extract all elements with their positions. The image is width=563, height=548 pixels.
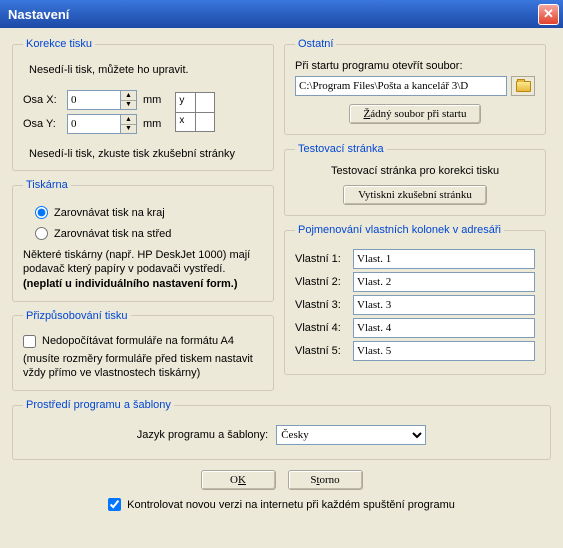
lang-select[interactable]: Česky bbox=[276, 425, 426, 445]
legend-prostredi: Prostředí programu a šablony bbox=[23, 399, 174, 411]
input-v4[interactable] bbox=[353, 318, 535, 338]
bottom-buttons: OK Storno bbox=[12, 470, 551, 490]
lang-label: Jazyk programu a šablony: bbox=[137, 429, 268, 441]
legend-korekce: Korekce tisku bbox=[23, 38, 95, 50]
chk-a4[interactable] bbox=[23, 335, 36, 348]
test-text: Testovací stránka pro korekci tisku bbox=[295, 165, 535, 177]
unit-x: mm bbox=[143, 94, 161, 106]
lbl-v4: Vlastní 4: bbox=[295, 322, 353, 334]
korekce-intro: Nesedí-li tisk, můžete ho upravit. bbox=[29, 64, 263, 76]
legend-prizpusob: Přizpůsobování tisku bbox=[23, 310, 131, 322]
titlebar: Nastavení ✕ bbox=[0, 0, 563, 28]
input-osax[interactable] bbox=[68, 91, 120, 109]
input-osay[interactable] bbox=[68, 115, 120, 133]
group-kolonky: Pojmenování vlastních kolonek v adresáři… bbox=[284, 224, 546, 375]
group-prizpusob: Přizpůsobování tisku Nedopočítávat formu… bbox=[12, 310, 274, 392]
input-v5[interactable] bbox=[353, 341, 535, 361]
unit-y: mm bbox=[143, 118, 161, 130]
lbl-v5: Vlastní 5: bbox=[295, 345, 353, 357]
window-title: Nastavení bbox=[8, 7, 69, 22]
osax-up[interactable]: ▲ bbox=[121, 91, 136, 101]
lbl-v3: Vlastní 3: bbox=[295, 299, 353, 311]
dialog-content: Korekce tisku Nesedí-li tisk, můžete ho … bbox=[0, 28, 563, 521]
input-v1[interactable] bbox=[353, 249, 535, 269]
btn-no-file[interactable]: Žádný soubor při startu bbox=[349, 104, 482, 124]
input-v3[interactable] bbox=[353, 295, 535, 315]
osay-up[interactable]: ▲ bbox=[121, 115, 136, 125]
input-v2[interactable] bbox=[353, 272, 535, 292]
input-path[interactable] bbox=[295, 76, 507, 96]
osay-down[interactable]: ▼ bbox=[121, 125, 136, 134]
btn-test-print[interactable]: Vytiskni zkušební stránku bbox=[343, 185, 487, 205]
legend-test: Testovací stránka bbox=[295, 143, 387, 155]
prizpusob-note: (musíte rozměry formuláře před tiskem na… bbox=[23, 352, 263, 381]
open-label: Při startu programu otevřít soubor: bbox=[295, 60, 535, 72]
legend-kolonky: Pojmenování vlastních kolonek v adresáři bbox=[295, 224, 504, 236]
chk-update-label: Kontrolovat novou verzi na internetu při… bbox=[127, 499, 455, 511]
group-test: Testovací stránka Testovací stránka pro … bbox=[284, 143, 546, 216]
ok-button[interactable]: OK bbox=[201, 470, 276, 490]
label-a4: Nedopočítávat formuláře na formátu A4 bbox=[42, 335, 234, 347]
label-osax: Osa X: bbox=[23, 94, 67, 106]
cancel-button[interactable]: Storno bbox=[288, 470, 363, 490]
group-tiskarna: Tiskárna Zarovnávat tisk na kraj Zarovná… bbox=[12, 179, 274, 302]
lbl-v1: Vlastní 1: bbox=[295, 253, 353, 265]
browse-button[interactable] bbox=[511, 76, 535, 96]
axis-preview: y x bbox=[175, 92, 215, 132]
folder-icon bbox=[516, 81, 531, 92]
close-button[interactable]: ✕ bbox=[538, 4, 559, 25]
label-stred: Zarovnávat tisk na střed bbox=[54, 228, 171, 240]
group-prostredi: Prostředí programu a šablony Jazyk progr… bbox=[12, 399, 551, 460]
group-korekce: Korekce tisku Nesedí-li tisk, můžete ho … bbox=[12, 38, 274, 171]
label-osay: Osa Y: bbox=[23, 118, 67, 130]
radio-stred[interactable] bbox=[35, 227, 48, 240]
legend-ostatni: Ostatní bbox=[295, 38, 336, 50]
korekce-note: Nesedí-li tisk, zkuste tisk zkušební str… bbox=[29, 148, 263, 160]
lbl-v2: Vlastní 2: bbox=[295, 276, 353, 288]
spin-osay[interactable]: ▲▼ bbox=[67, 114, 137, 134]
spin-osax[interactable]: ▲▼ bbox=[67, 90, 137, 110]
osax-down[interactable]: ▼ bbox=[121, 101, 136, 110]
legend-tiskarna: Tiskárna bbox=[23, 179, 71, 191]
radio-kraj[interactable] bbox=[35, 206, 48, 219]
bottom-check-row: Kontrolovat novou verzi na internetu při… bbox=[12, 498, 551, 511]
group-ostatni: Ostatní Při startu programu otevřít soub… bbox=[284, 38, 546, 135]
label-kraj: Zarovnávat tisk na kraj bbox=[54, 207, 165, 219]
tiskarna-note: Některé tiskárny (např. HP DeskJet 1000)… bbox=[23, 248, 263, 291]
chk-update[interactable] bbox=[108, 498, 121, 511]
